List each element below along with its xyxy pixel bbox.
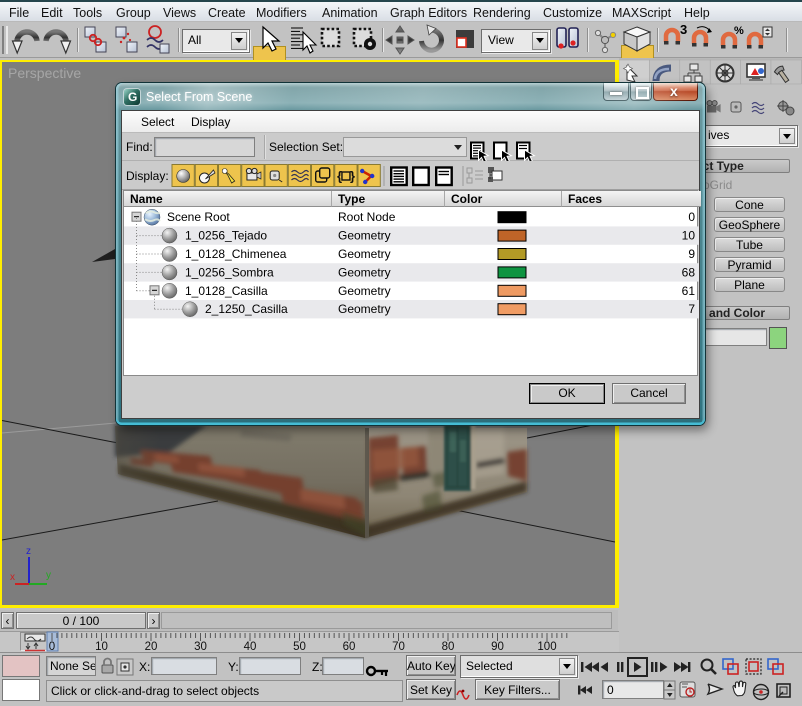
svg-text:30: 30 xyxy=(194,641,207,652)
svg-text:Scene Root: Scene Root xyxy=(167,210,230,224)
svg-text:68: 68 xyxy=(682,265,696,279)
svg-text:10: 10 xyxy=(95,641,108,652)
svg-text:70: 70 xyxy=(392,641,405,652)
svg-text:x: x xyxy=(10,572,15,583)
svg-text:Geometry: Geometry xyxy=(338,229,391,243)
svg-text:Geometry: Geometry xyxy=(338,302,391,316)
svg-text:2_1250_Casilla: 2_1250_Casilla xyxy=(205,302,288,316)
svg-text:80: 80 xyxy=(442,641,455,652)
svg-text:61: 61 xyxy=(682,284,696,298)
svg-text:50: 50 xyxy=(293,641,306,652)
svg-text:z: z xyxy=(26,546,31,557)
svg-text:Geometry: Geometry xyxy=(338,247,391,261)
svg-text:%: % xyxy=(734,25,744,37)
svg-text:1_0256_Tejado: 1_0256_Tejado xyxy=(185,229,267,243)
svg-text:100: 100 xyxy=(537,641,556,652)
svg-text:1_0128_Casilla: 1_0128_Casilla xyxy=(185,284,268,298)
svg-text:1_0128_Chimenea: 1_0128_Chimenea xyxy=(185,247,287,261)
svg-text:Geometry: Geometry xyxy=(338,284,391,298)
svg-text:60: 60 xyxy=(343,641,356,652)
svg-text:40: 40 xyxy=(244,641,257,652)
svg-text:90: 90 xyxy=(491,641,504,652)
svg-text:Root Node: Root Node xyxy=(338,210,396,224)
svg-text:y: y xyxy=(46,570,51,581)
svg-text:1_0256_Sombra: 1_0256_Sombra xyxy=(185,265,274,279)
svg-text:20: 20 xyxy=(145,641,158,652)
svg-text:}: } xyxy=(350,169,355,184)
svg-text:3: 3 xyxy=(680,22,687,37)
svg-text:9: 9 xyxy=(688,247,695,261)
svg-text:0: 0 xyxy=(49,641,55,652)
svg-text:10: 10 xyxy=(682,229,696,243)
svg-text:7: 7 xyxy=(688,302,695,316)
svg-text:Geometry: Geometry xyxy=(338,265,391,279)
svg-text:0: 0 xyxy=(688,210,695,224)
